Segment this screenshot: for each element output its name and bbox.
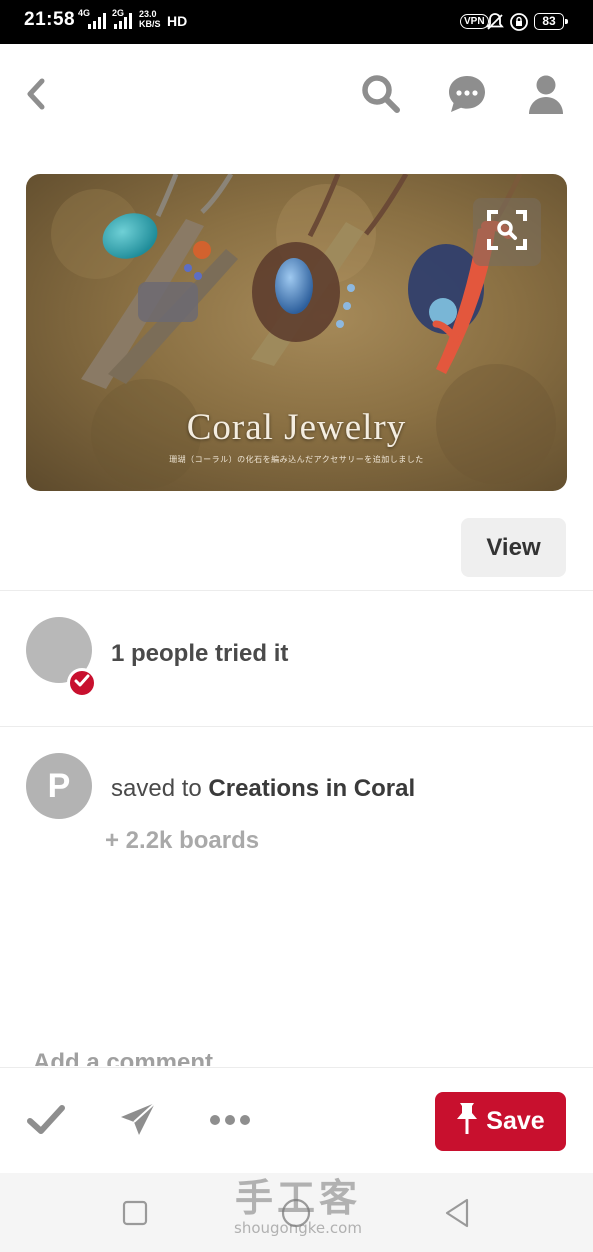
action-bar: Save	[0, 1067, 593, 1173]
triangle-back-icon	[443, 1197, 471, 1234]
more-options-button[interactable]	[206, 1098, 254, 1146]
signal-4g-icon	[88, 13, 108, 29]
pushpin-icon	[456, 1101, 478, 1142]
top-nav	[0, 44, 593, 154]
hd-label: HD	[167, 13, 188, 29]
pin-image[interactable]: Coral Jewelry 珊瑚（コーラル）の化石を編み込んだアクセサリーを追加…	[26, 174, 567, 491]
network-speed: 23.0 KB/S	[139, 9, 161, 29]
battery-indicator: 83	[534, 13, 568, 30]
ellipsis-icon	[209, 1113, 251, 1131]
send-button[interactable]	[114, 1098, 162, 1146]
divider	[0, 726, 593, 727]
chat-bubble-icon	[447, 74, 487, 119]
add-comment-field[interactable]: Add a comment	[33, 1048, 213, 1066]
visual-search-button[interactable]	[473, 198, 541, 266]
divider	[0, 590, 593, 591]
chevron-left-icon	[23, 77, 49, 116]
pinner-avatar[interactable]: P	[26, 753, 92, 819]
more-boards-link[interactable]: + 2.2k boards	[105, 827, 259, 855]
square-icon	[122, 1200, 148, 1231]
system-back-button[interactable]	[437, 1195, 477, 1235]
speed-value: 23.0	[139, 9, 157, 19]
circle-icon	[280, 1197, 312, 1234]
messages-button[interactable]	[445, 74, 489, 118]
image-title: Coral Jewelry	[186, 407, 407, 448]
saved-to-prefix: saved to	[111, 775, 209, 802]
saved-to-line: saved to Creations in Coral	[111, 775, 415, 803]
rotation-lock-icon	[509, 12, 529, 37]
save-button[interactable]: Save	[435, 1092, 566, 1151]
image-subtitle: 珊瑚（コーラル）の化石を編み込んだアクセサリーを追加しました	[169, 455, 424, 464]
tried-count-text: 1 people tried it	[111, 640, 289, 667]
person-icon	[528, 74, 564, 119]
visual-search-icon	[486, 209, 528, 256]
profile-button[interactable]	[524, 74, 568, 118]
tried-badge	[67, 668, 97, 698]
status-bar: 21:58 4G 2G 23.0 KB/S HD VPN 83	[0, 0, 593, 44]
status-time: 21:58	[24, 9, 76, 30]
bell-muted-icon	[485, 12, 505, 37]
signal-2g-icon	[114, 13, 134, 29]
tried-it-button[interactable]	[22, 1098, 70, 1146]
paper-plane-icon	[119, 1101, 157, 1144]
speed-unit: KB/S	[139, 19, 161, 29]
save-label: Save	[486, 1107, 545, 1135]
search-icon	[360, 73, 402, 120]
checkmark-icon	[26, 1104, 66, 1141]
checkmark-badge-icon	[74, 674, 90, 693]
recents-button[interactable]	[115, 1195, 155, 1235]
search-button[interactable]	[359, 74, 403, 118]
system-nav-bar	[0, 1173, 593, 1252]
board-link[interactable]: Creations in Coral	[208, 775, 415, 802]
home-button[interactable]	[276, 1195, 316, 1235]
back-button[interactable]	[14, 74, 58, 118]
view-button[interactable]: View	[461, 518, 566, 577]
